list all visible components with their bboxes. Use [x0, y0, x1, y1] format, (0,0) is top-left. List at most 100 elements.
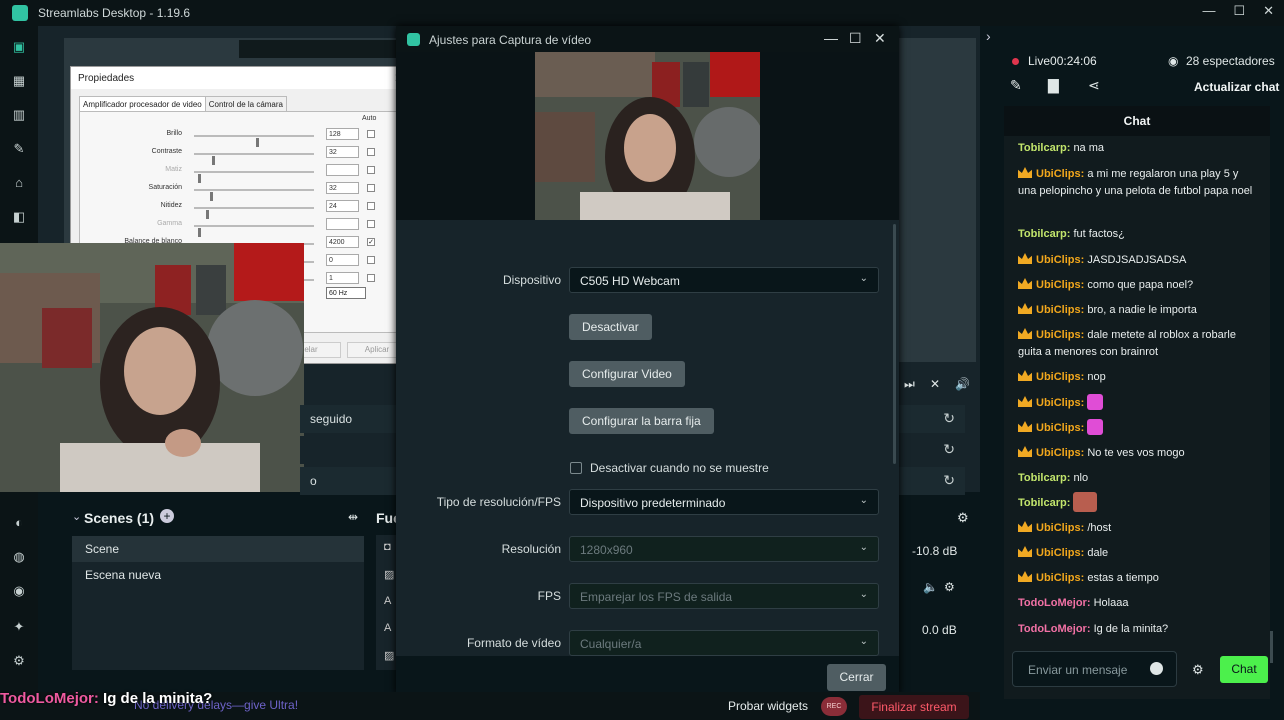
collapse-icon[interactable]: ⌄ [72, 510, 81, 523]
auto-checkbox[interactable] [367, 166, 375, 174]
volume-icon[interactable]: 🔊 [955, 377, 970, 391]
chat-message: UbiClips: bro, a nadie le importa [1018, 302, 1258, 319]
chat-username[interactable]: UbiClips [1036, 422, 1081, 434]
fps-select[interactable]: Emparejar los FPS de salida ⌄ [569, 583, 879, 609]
property-value-field[interactable] [326, 164, 359, 176]
chat-username[interactable]: TodoLoMejor [1018, 597, 1087, 609]
property-value-field[interactable]: 32 [326, 146, 359, 158]
editor-icon[interactable]: ▣ [11, 39, 27, 55]
settings-icon[interactable]: ⚙ [11, 653, 27, 669]
auto-checkbox[interactable] [367, 274, 375, 282]
chat-message: UbiClips: [1018, 394, 1258, 412]
skip-icon[interactable]: ⏭ [904, 377, 915, 392]
reload-icon[interactable]: ↻ [943, 410, 955, 427]
device-select[interactable]: C505 HD Webcam ⌄ [569, 267, 879, 293]
resolution-type-select[interactable]: Dispositivo predeterminado ⌄ [569, 489, 879, 515]
chat-username[interactable]: Tobilcarp [1018, 472, 1067, 484]
chat-username[interactable]: UbiClips [1036, 279, 1081, 291]
close-button[interactable]: Cerrar [827, 664, 886, 691]
transitions-icon[interactable]: ⇹ [348, 510, 358, 524]
refresh-chat-button[interactable]: Actualizar chat [1194, 80, 1279, 94]
mixer-settings-icon[interactable]: ⚙ [957, 510, 969, 526]
auto-checkbox[interactable] [367, 184, 375, 192]
test-widgets-button[interactable]: Probar widgets [728, 699, 808, 713]
video-format-select[interactable]: Cualquier/a ⌄ [569, 630, 879, 656]
frequency-select[interactable]: 60 Hz [326, 287, 366, 299]
grid-icon[interactable]: ▦ [11, 73, 27, 89]
dashboard-icon[interactable]: ◉ [11, 583, 27, 599]
close-icon[interactable]: ✕ [1263, 3, 1274, 19]
library-icon[interactable]: ▥ [11, 107, 27, 123]
add-scene-icon[interactable]: + [160, 509, 174, 523]
auto-checkbox[interactable] [367, 256, 375, 264]
camera-icon[interactable]: ▇ [1048, 77, 1059, 94]
reload-icon[interactable]: ↻ [943, 472, 955, 489]
volume-icon[interactable]: 🔈 [923, 580, 938, 594]
property-value-field[interactable]: 24 [326, 200, 359, 212]
chat-image-thumbnail[interactable] [1073, 492, 1098, 512]
chat-username[interactable]: UbiClips [1036, 168, 1081, 180]
chat-username[interactable]: UbiClips [1036, 304, 1081, 316]
apps-icon[interactable]: ◧ [11, 209, 27, 225]
chat-username[interactable]: UbiClips [1036, 254, 1081, 266]
property-value-field[interactable]: 128 [326, 128, 359, 140]
chat-username[interactable]: Tobilcarp [1018, 228, 1067, 240]
chat-username[interactable]: UbiClips [1036, 572, 1081, 584]
reload-icon[interactable]: ↻ [943, 441, 955, 458]
store-icon[interactable]: ⌂ [11, 175, 27, 191]
auto-checkbox[interactable]: ✓ [367, 238, 375, 246]
scene-item[interactable]: Escena nueva [72, 562, 364, 588]
deactivate-button[interactable]: Desactivar [569, 314, 652, 340]
chat-username[interactable]: UbiClips [1036, 447, 1081, 459]
property-value-field[interactable]: 0 [326, 254, 359, 266]
property-slider[interactable] [194, 225, 314, 237]
chat-settings-icon[interactable]: ⚙ [1192, 662, 1204, 678]
end-stream-button[interactable]: Finalizar stream [859, 695, 969, 719]
gear-icon[interactable]: ⚙ [944, 580, 955, 594]
scene-item[interactable]: Scene [72, 536, 364, 562]
chat-scrollbar[interactable] [1270, 631, 1273, 663]
chat-username[interactable]: Tobilcarp [1018, 497, 1067, 509]
property-value-field[interactable]: 32 [326, 182, 359, 194]
maximize-icon[interactable]: ☐ [849, 30, 862, 47]
property-slider[interactable] [194, 189, 314, 201]
close-icon[interactable]: ✕ [874, 30, 886, 47]
property-slider[interactable] [194, 153, 314, 165]
record-button[interactable]: REC [821, 697, 847, 716]
resolution-select[interactable]: 1280x960 ⌄ [569, 536, 879, 562]
chat-username[interactable]: UbiClips [1036, 522, 1081, 534]
chat-username[interactable]: UbiClips [1036, 397, 1081, 409]
emoji-icon[interactable] [1150, 662, 1163, 675]
auto-checkbox[interactable] [367, 148, 375, 156]
chat-send-button[interactable]: Chat [1220, 656, 1268, 683]
chat-box: Chat Tobilcarp: na ma UbiClips: a mi me r… [1004, 106, 1270, 699]
deactivate-when-hidden-checkbox[interactable] [570, 462, 582, 474]
sparkle-icon[interactable]: ✦ [11, 619, 27, 635]
property-value-field[interactable]: 1 [326, 272, 359, 284]
property-value-field[interactable]: 4200 [326, 236, 359, 248]
property-slider[interactable] [194, 135, 314, 147]
chat-username[interactable]: Tobilcarp [1018, 142, 1067, 154]
mute-mic-icon[interactable]: ✕ [930, 377, 940, 391]
chat-username[interactable]: UbiClips [1036, 547, 1081, 559]
chat-username[interactable]: UbiClips [1036, 371, 1081, 383]
tools-icon[interactable]: ✎ [11, 141, 27, 157]
property-slider[interactable] [194, 207, 314, 219]
property-value-field[interactable] [326, 218, 359, 230]
chat-username[interactable]: UbiClips [1036, 329, 1081, 341]
auto-checkbox[interactable] [367, 130, 375, 138]
configure-crossbar-button[interactable]: Configurar la barra fija [569, 408, 714, 434]
share-icon[interactable]: ⋖ [1088, 77, 1100, 94]
theme-icon[interactable]: ◐ [11, 515, 27, 531]
widget-icon[interactable]: ◍ [11, 549, 27, 565]
auto-checkbox[interactable] [367, 220, 375, 228]
property-slider[interactable] [194, 171, 314, 183]
configure-video-button[interactable]: Configurar Video [569, 361, 685, 387]
chat-username[interactable]: TodoLoMejor [1018, 623, 1087, 635]
chevron-right-icon[interactable]: › [986, 28, 991, 44]
minimize-icon[interactable]: — [1202, 3, 1215, 19]
auto-checkbox[interactable] [367, 202, 375, 210]
edit-icon[interactable]: ✎ [1010, 77, 1022, 94]
maximize-icon[interactable]: ☐ [1233, 3, 1245, 19]
minimize-icon[interactable]: — [824, 30, 838, 46]
